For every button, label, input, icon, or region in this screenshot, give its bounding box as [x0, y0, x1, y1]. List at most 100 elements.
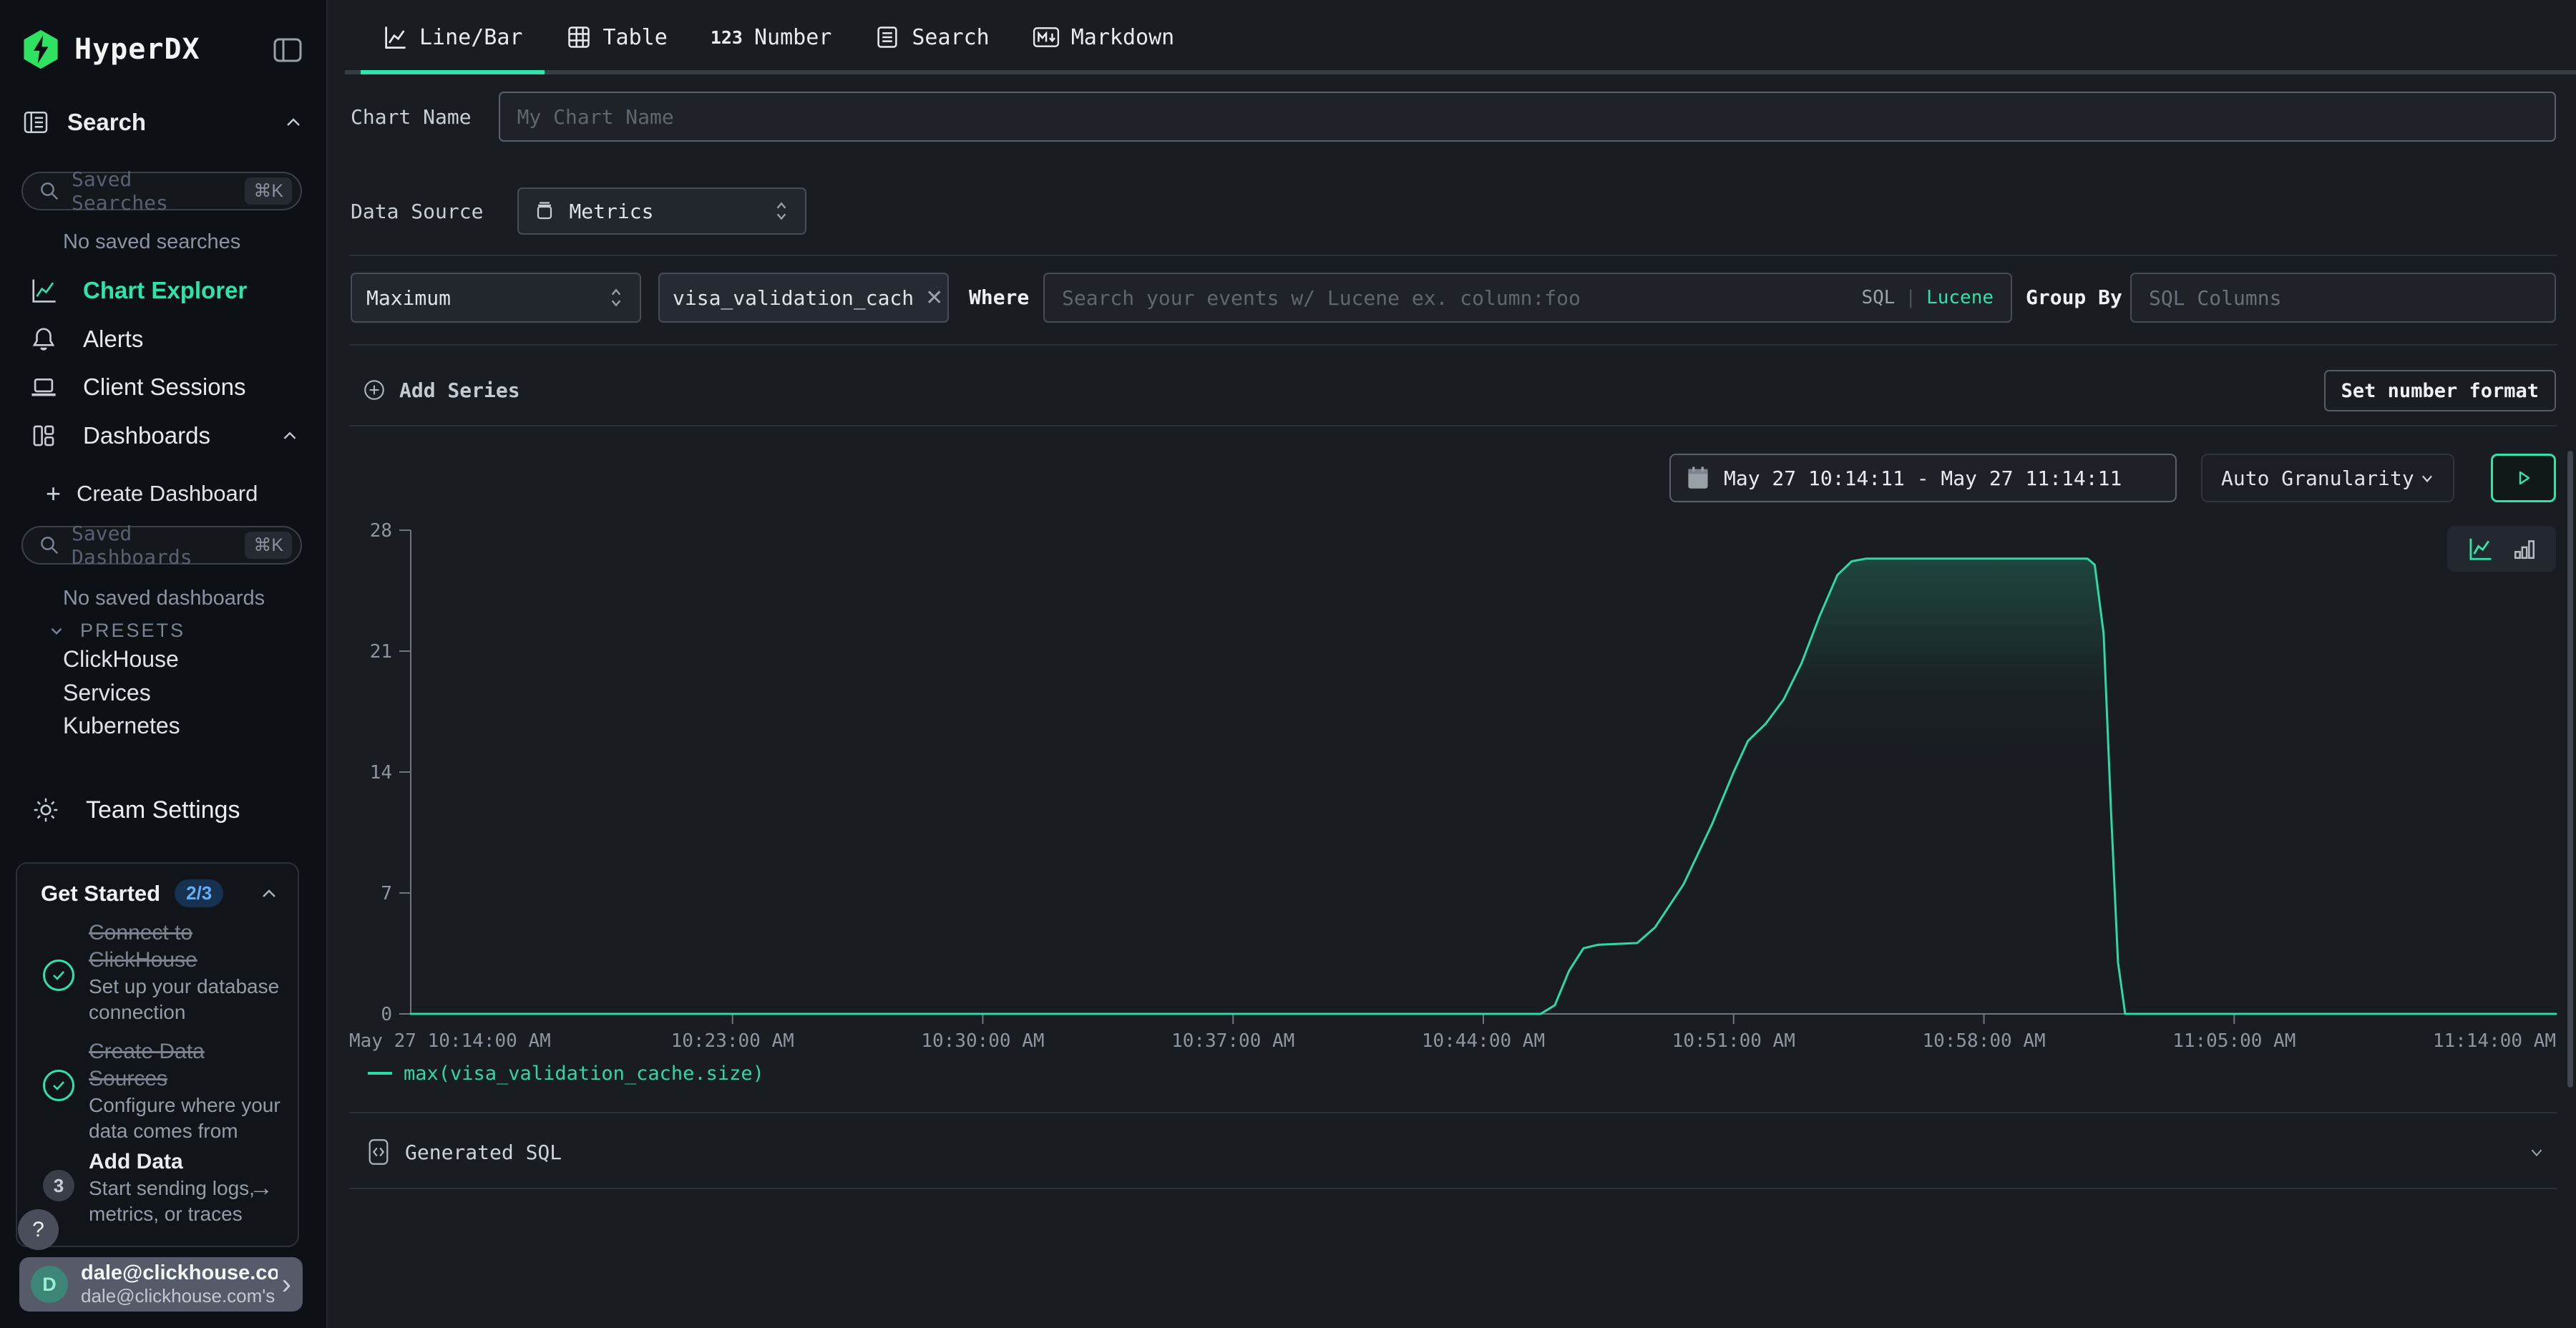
divider: [349, 1188, 2557, 1189]
sidebar-item-dashboards[interactable]: Dashboards: [0, 416, 326, 456]
get-started-header[interactable]: Get Started 2/3: [41, 879, 280, 907]
no-saved-searches-note: No saved searches: [63, 230, 240, 254]
granularity-select[interactable]: Auto Granularity: [2201, 454, 2454, 502]
sql-toggle[interactable]: SQL: [1861, 287, 1895, 308]
step-title: Create Data Sources: [89, 1038, 288, 1093]
get-started-step-1[interactable]: Connect to ClickHouse Set up your databa…: [43, 919, 288, 1025]
shortcut-badge: ⌘K: [245, 532, 292, 559]
svg-text:10:23:00 AM: 10:23:00 AM: [671, 1030, 794, 1052]
sidebar-item-alerts[interactable]: Alerts: [0, 319, 326, 359]
preset-kubernetes[interactable]: Kubernetes: [63, 713, 180, 739]
run-query-button[interactable]: [2491, 454, 2556, 502]
chevron-down-icon: [2526, 1141, 2547, 1163]
preset-services[interactable]: Services: [63, 680, 151, 706]
saved-searches-placeholder: Saved Searches: [72, 167, 233, 215]
query-language-toggle: SQL | Lucene: [1861, 287, 1994, 308]
search-section-icon: [21, 108, 50, 137]
bell-icon: [30, 326, 57, 353]
database-icon: [533, 200, 556, 223]
sidebar-section-search[interactable]: Search: [21, 106, 305, 139]
get-started-step-2[interactable]: Create Data Sources Configure where your…: [43, 1038, 288, 1144]
set-number-format-button[interactable]: Set number format: [2324, 370, 2556, 411]
get-started-panel: Get Started 2/3 Connect to ClickHouse Se…: [16, 862, 299, 1247]
scrollbar-thumb[interactable]: [2567, 451, 2573, 1088]
saved-dashboards-placeholder: Saved Dashboards: [72, 522, 233, 569]
chevron-down-icon: [2417, 468, 2437, 488]
select-chevrons-icon: [607, 287, 625, 308]
step-title: Add Data: [89, 1148, 288, 1176]
sidebar-item-client-sessions[interactable]: Client Sessions: [0, 367, 326, 407]
where-label: Where: [969, 273, 1029, 323]
step-description: Configure where your data comes from: [89, 1093, 288, 1144]
chart-legend[interactable]: max(visa_validation_cache.size): [368, 1059, 764, 1088]
group-by-input[interactable]: SQL Columns: [2130, 273, 2556, 323]
divider: [349, 344, 2557, 346]
tab-line-bar[interactable]: Line/Bar: [361, 0, 545, 74]
chevron-down-icon: [47, 622, 66, 640]
saved-dashboards-input[interactable]: Saved Dashboards ⌘K: [21, 526, 302, 565]
chevron-up-icon[interactable]: [279, 425, 301, 446]
step-description: Set up your database connection: [89, 974, 288, 1025]
create-dashboard-button[interactable]: + Create Dashboard: [46, 478, 258, 509]
tab-search[interactable]: Search: [853, 0, 1010, 74]
svg-text:11:14:00 AM: 11:14:00 AM: [2433, 1030, 2556, 1052]
tab-number[interactable]: 123 Number: [689, 0, 854, 74]
metric-field-tag[interactable]: visa_validation_cach ✕: [658, 273, 949, 323]
presets-header[interactable]: PRESETS: [47, 620, 185, 642]
user-subtitle: dale@clickhouse.com's: [81, 1285, 278, 1307]
laptop-icon: [30, 374, 57, 401]
lucene-toggle[interactable]: Lucene: [1926, 287, 1994, 308]
svg-text:28: 28: [370, 520, 392, 542]
sidebar-item-chart-explorer[interactable]: Chart Explorer: [0, 270, 326, 311]
table-icon: [566, 24, 592, 50]
chevron-up-icon[interactable]: [282, 111, 305, 134]
tab-markdown[interactable]: Markdown: [1011, 0, 1196, 74]
hyperdx-app: HyperDX Search Saved Searches ⌘K No save…: [0, 0, 2576, 1328]
sidebar-collapse-icon[interactable]: [270, 33, 305, 67]
series-row: Maximum visa_validation_cach ✕ Where Sea…: [328, 273, 2576, 323]
data-source-select[interactable]: Metrics: [517, 187, 806, 235]
svg-text:10:58:00 AM: 10:58:00 AM: [1922, 1030, 2045, 1052]
chart-display-toggle: [2447, 526, 2556, 572]
main-content: Line/Bar Table 123 Number Search Markdow…: [328, 0, 2576, 1328]
line-chart-toggle-icon[interactable]: [2467, 535, 2494, 562]
gear-icon: [31, 796, 60, 824]
chevron-right-icon: ›: [282, 1269, 291, 1301]
data-source-row: Data Source Metrics: [351, 187, 806, 235]
magnifier-icon: [39, 534, 60, 556]
chart-name-input[interactable]: My Chart Name: [499, 92, 2556, 142]
brand-row: HyperDX: [20, 27, 306, 72]
arrow-right-icon: →: [249, 1174, 273, 1202]
get-started-step-3[interactable]: 3 Add Data Start sending logs, metrics, …: [43, 1148, 288, 1227]
step-title: Connect to ClickHouse: [89, 919, 288, 974]
svg-text:10:37:00 AM: 10:37:00 AM: [1171, 1030, 1294, 1052]
progress-badge: 2/3: [175, 879, 223, 907]
list-lines-icon: [874, 24, 900, 50]
where-search-input[interactable]: Search your events w/ Lucene ex. column:…: [1043, 273, 2012, 323]
help-button[interactable]: ?: [18, 1209, 59, 1250]
tab-table[interactable]: Table: [545, 0, 689, 74]
magnifier-icon: [39, 180, 60, 202]
brand-name: HyperDX: [74, 33, 200, 66]
time-range-picker[interactable]: May 27 10:14:11 - May 27 11:14:11: [1669, 454, 2177, 502]
search-section-label: Search: [67, 109, 146, 136]
check-circle-icon: [43, 960, 74, 991]
aggregation-select[interactable]: Maximum: [351, 273, 641, 323]
generated-sql-toggle[interactable]: Generated SQL: [368, 1127, 2557, 1177]
avatar: D: [31, 1266, 68, 1303]
close-icon[interactable]: ✕: [925, 285, 943, 311]
saved-searches-input[interactable]: Saved Searches ⌘K: [21, 172, 302, 210]
svg-text:May 27 10:14:00 AM: May 27 10:14:00 AM: [349, 1030, 551, 1052]
bar-chart-toggle-icon[interactable]: [2512, 537, 2537, 561]
hyperdx-logo-icon: [20, 29, 62, 70]
data-source-label: Data Source: [351, 200, 483, 223]
user-account-row[interactable]: D dale@clickhouse.com dale@clickhouse.co…: [19, 1257, 303, 1312]
chevron-up-icon[interactable]: [258, 882, 280, 905]
svg-text:0: 0: [381, 1004, 392, 1025]
preset-clickhouse[interactable]: ClickHouse: [63, 646, 179, 673]
add-series-button[interactable]: Add Series: [362, 361, 520, 419]
time-range-value: May 27 10:14:11 - May 27 11:14:11: [1724, 467, 2122, 490]
svg-text:10:30:00 AM: 10:30:00 AM: [921, 1030, 1044, 1052]
metric-line-chart[interactable]: 07142128May 27 10:14:00 AM10:23:00 AM10:…: [328, 501, 2576, 1073]
sidebar-item-team-settings[interactable]: Team Settings: [31, 791, 240, 829]
